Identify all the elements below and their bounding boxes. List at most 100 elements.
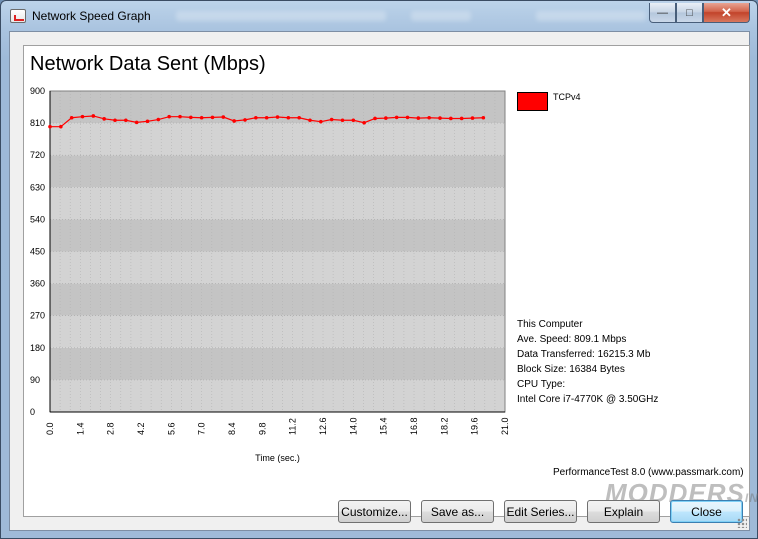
data-point (416, 116, 421, 120)
data-point (470, 116, 475, 120)
x-tick-label: 1.4 (75, 422, 85, 435)
window-title: Network Speed Graph (32, 9, 151, 23)
data-point (69, 115, 74, 120)
y-tick-label: 720 (30, 150, 45, 160)
stats-ave-speed: Ave. Speed: 809.1 Mbps (517, 334, 627, 345)
edit-series-button[interactable]: Edit Series... (504, 500, 577, 523)
maximize-button[interactable]: □ (676, 3, 703, 23)
stats-computer: This Computer (517, 319, 583, 330)
data-point (102, 117, 106, 121)
x-tick-label: 5.6 (166, 422, 176, 435)
plot-band (50, 379, 505, 412)
data-point (167, 114, 171, 119)
plot-band (50, 123, 505, 156)
x-tick-label: 15.4 (379, 417, 389, 435)
plot-band (50, 155, 505, 188)
stats-block-size: Block Size: 16384 Bytes (517, 364, 625, 375)
legend-swatch-tcpv4 (517, 92, 548, 111)
data-point (297, 115, 301, 120)
data-point (459, 116, 464, 121)
data-point (59, 124, 63, 129)
data-point (91, 114, 96, 118)
data-point (362, 120, 366, 125)
data-point (384, 116, 388, 120)
plot-band (50, 347, 505, 380)
line-chart: 0 90 180 270 360 450 540 630 720 810 900 0.0 1.4 2.8 4… (30, 86, 510, 463)
title-bar[interactable]: Network Speed Graph — □ ✕ (1, 1, 757, 31)
data-point (373, 116, 377, 121)
app-icon (10, 9, 26, 23)
dialog-client-area: Network Data Sent (Mbps) 0 90 180 270 360 450… (9, 31, 758, 531)
data-point (405, 115, 410, 120)
data-point (329, 117, 334, 122)
data-point (124, 118, 128, 123)
close-button[interactable]: Close (670, 500, 743, 523)
data-point (48, 124, 52, 129)
data-point (340, 118, 345, 123)
data-point (243, 118, 247, 122)
data-point (308, 118, 312, 123)
x-tick-label: 11.2 (288, 418, 298, 435)
data-point (275, 115, 280, 119)
y-tick-label: 900 (30, 86, 45, 96)
y-tick-label: 180 (30, 343, 45, 353)
stats-data-transferred: Data Transferred: 16215.3 Mb (517, 349, 651, 360)
y-tick-label: 270 (30, 311, 45, 321)
data-point (232, 119, 236, 123)
legend-label-tcpv4: TCPv4 (553, 92, 581, 102)
minimize-button[interactable]: — (649, 3, 676, 23)
x-tick-label: 21.0 (500, 417, 510, 435)
plot-band (50, 187, 505, 220)
blurred-title-text (411, 11, 471, 21)
x-tick-label: 19.6 (470, 417, 480, 435)
data-point (134, 120, 139, 125)
close-window-button[interactable]: ✕ (703, 3, 750, 23)
explain-button[interactable]: Explain (587, 500, 660, 523)
plot-band (50, 283, 505, 316)
resize-grip[interactable] (737, 518, 747, 528)
data-point (427, 115, 431, 120)
data-point (394, 115, 399, 120)
stats-cpu-type-value: Intel Core i7-4770K @ 3.50GHz (517, 394, 659, 405)
x-tick-label: 9.8 (257, 422, 267, 435)
x-tick-label: 0.0 (45, 422, 55, 435)
data-point (113, 118, 117, 123)
x-tick-label: 7.0 (197, 422, 207, 435)
x-tick-label: 18.2 (439, 417, 449, 435)
y-tick-label: 0 (30, 407, 35, 417)
y-tick-label: 810 (30, 118, 45, 128)
data-point (145, 119, 150, 124)
y-tick-label: 540 (30, 214, 45, 224)
y-tick-label: 360 (30, 279, 45, 289)
data-point (438, 116, 442, 120)
data-point (221, 115, 226, 119)
data-point (481, 115, 486, 120)
x-tick-label: 8.4 (227, 422, 237, 435)
data-point (156, 117, 161, 122)
plot-band (50, 219, 505, 252)
stats-block: This Computer Ave. Speed: 809.1 Mbps Dat… (517, 317, 658, 407)
blurred-title-text (176, 11, 386, 21)
data-point (189, 115, 193, 120)
x-tick-label: 14.0 (348, 417, 358, 435)
data-point (210, 115, 215, 120)
plot-band (50, 315, 505, 348)
customize-button[interactable]: Customize... (338, 500, 411, 523)
save-as-button[interactable]: Save as... (421, 500, 494, 523)
data-point (80, 114, 85, 119)
graph-panel: Network Data Sent (Mbps) 0 90 180 270 360 450… (23, 45, 758, 517)
data-point (319, 119, 323, 124)
data-point (254, 115, 258, 120)
x-tick-label: 12.6 (318, 417, 328, 435)
data-point (199, 115, 204, 120)
data-point (286, 115, 291, 120)
x-axis-label: Time (sec.) (255, 453, 300, 463)
data-point (264, 115, 269, 120)
footer-credit: PerformanceTest 8.0 (www.passmark.com) (553, 467, 744, 478)
app-window: Network Speed Graph — □ ✕ Network Data S… (0, 0, 758, 539)
x-tick-label: 2.8 (106, 422, 116, 435)
data-point (351, 118, 356, 123)
blurred-title-text (536, 11, 646, 21)
data-point (449, 116, 453, 121)
x-tick-label: 16.8 (409, 417, 419, 435)
